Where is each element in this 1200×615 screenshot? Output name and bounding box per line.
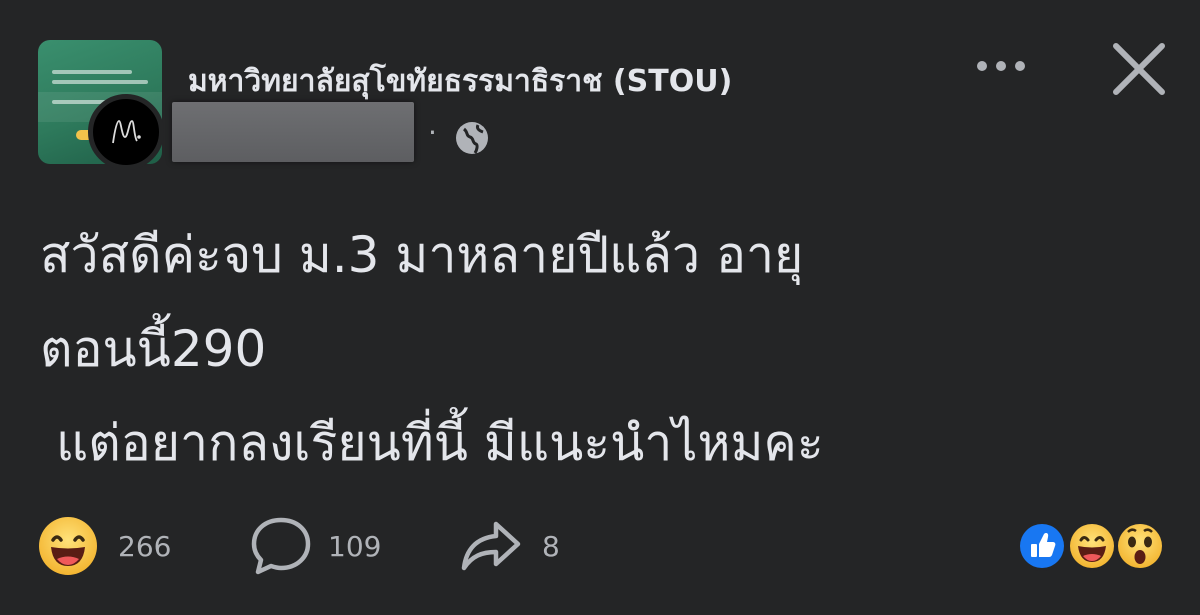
- post-text: สวัสดีค่ะจบ ม.3 มาหลายปีแล้ว อายุ ตอนนี้…: [40, 208, 1160, 490]
- monogram-icon: [112, 120, 141, 144]
- haha-icon: [1067, 521, 1117, 571]
- laughing-face-icon: [39, 517, 97, 575]
- close-icon: [1113, 43, 1165, 95]
- more-options-button[interactable]: [966, 48, 1036, 84]
- meta-separator: ·: [428, 116, 437, 149]
- user-avatar[interactable]: [88, 94, 164, 170]
- wow-icon: [1115, 521, 1165, 571]
- more-dots-icon: [977, 61, 987, 71]
- comments-count: 109: [328, 529, 382, 563]
- share-button[interactable]: 8: [458, 514, 560, 578]
- group-name-link[interactable]: มหาวิทยาลัยสุโขทัยธรรมาธิราช (STOU): [188, 58, 732, 105]
- reactions-count: 266: [118, 529, 172, 563]
- post-text-line: แต่อยากลงเรียนที่นี้ มีแนะนำไหมคะ: [56, 414, 824, 472]
- more-dots-icon: [996, 61, 1006, 71]
- group-avatar-text-line: [52, 80, 148, 84]
- group-avatar-text-line: [52, 70, 132, 74]
- redacted-author-name: [172, 102, 414, 162]
- reactions-summary[interactable]: [1012, 518, 1172, 574]
- post-text-line: ตอนนี้290: [40, 320, 267, 378]
- share-arrow-icon: [461, 521, 521, 571]
- comment-button[interactable]: 109: [248, 514, 381, 578]
- comment-bubble-icon: [251, 517, 311, 575]
- react-button[interactable]: 266: [36, 514, 171, 578]
- post-text-line: สวัสดีค่ะจบ ม.3 มาหลายปีแล้ว อายุ: [40, 226, 804, 284]
- globe-icon: [456, 122, 488, 154]
- like-icon: [1017, 521, 1067, 571]
- more-dots-icon: [1015, 61, 1025, 71]
- shares-count: 8: [542, 529, 560, 563]
- close-button[interactable]: [1110, 40, 1168, 98]
